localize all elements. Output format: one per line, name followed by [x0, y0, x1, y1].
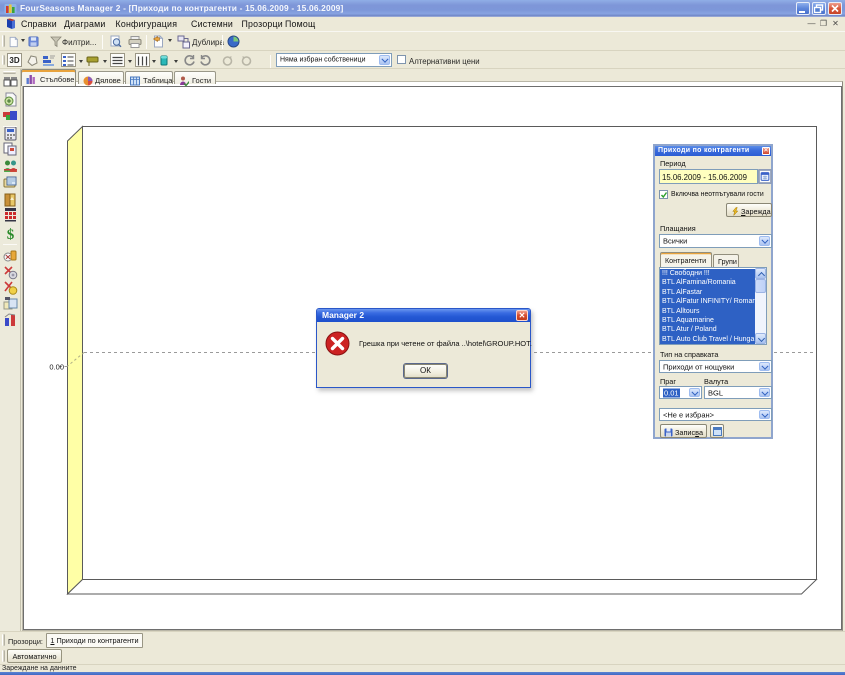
svg-text:$: $: [7, 227, 15, 241]
